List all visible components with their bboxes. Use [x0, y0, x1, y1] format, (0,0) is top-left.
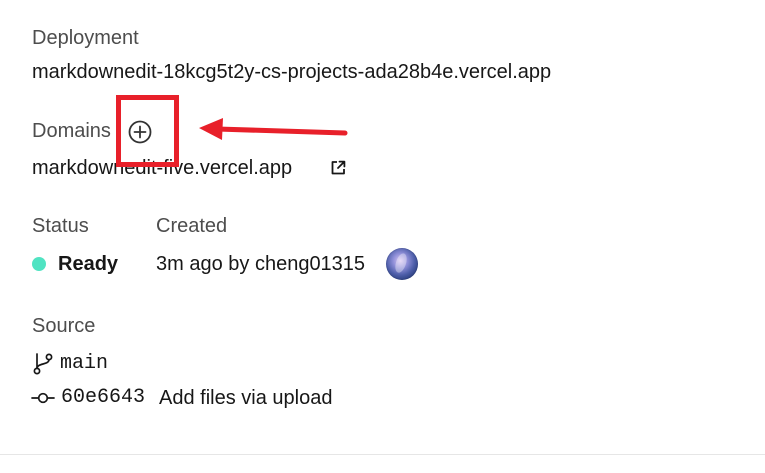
- external-link-icon[interactable]: [329, 159, 347, 177]
- git-branch-icon: [33, 353, 53, 375]
- git-commit-icon: [31, 392, 55, 404]
- commit-message: Add files via upload: [159, 387, 333, 409]
- domains-label: Domains: [32, 120, 111, 142]
- branch-name[interactable]: main: [60, 354, 108, 374]
- created-value: 3m ago by cheng01315: [156, 253, 366, 275]
- status-value: Ready: [58, 253, 119, 275]
- annotation-arrow-icon: [199, 118, 348, 140]
- commit-hash[interactable]: 60e6643: [61, 388, 145, 408]
- deployment-label: Deployment: [32, 27, 139, 49]
- annotation-highlight-box: [116, 95, 179, 167]
- deployment-url[interactable]: markdownedit-18kcg5t2y-cs-projects-ada28…: [32, 62, 551, 82]
- source-label: Source: [32, 315, 96, 337]
- status-indicator: [32, 257, 46, 271]
- created-label: Created: [156, 215, 228, 237]
- section-divider: [0, 454, 765, 455]
- status-label: Status: [32, 215, 89, 237]
- avatar[interactable]: [386, 248, 418, 280]
